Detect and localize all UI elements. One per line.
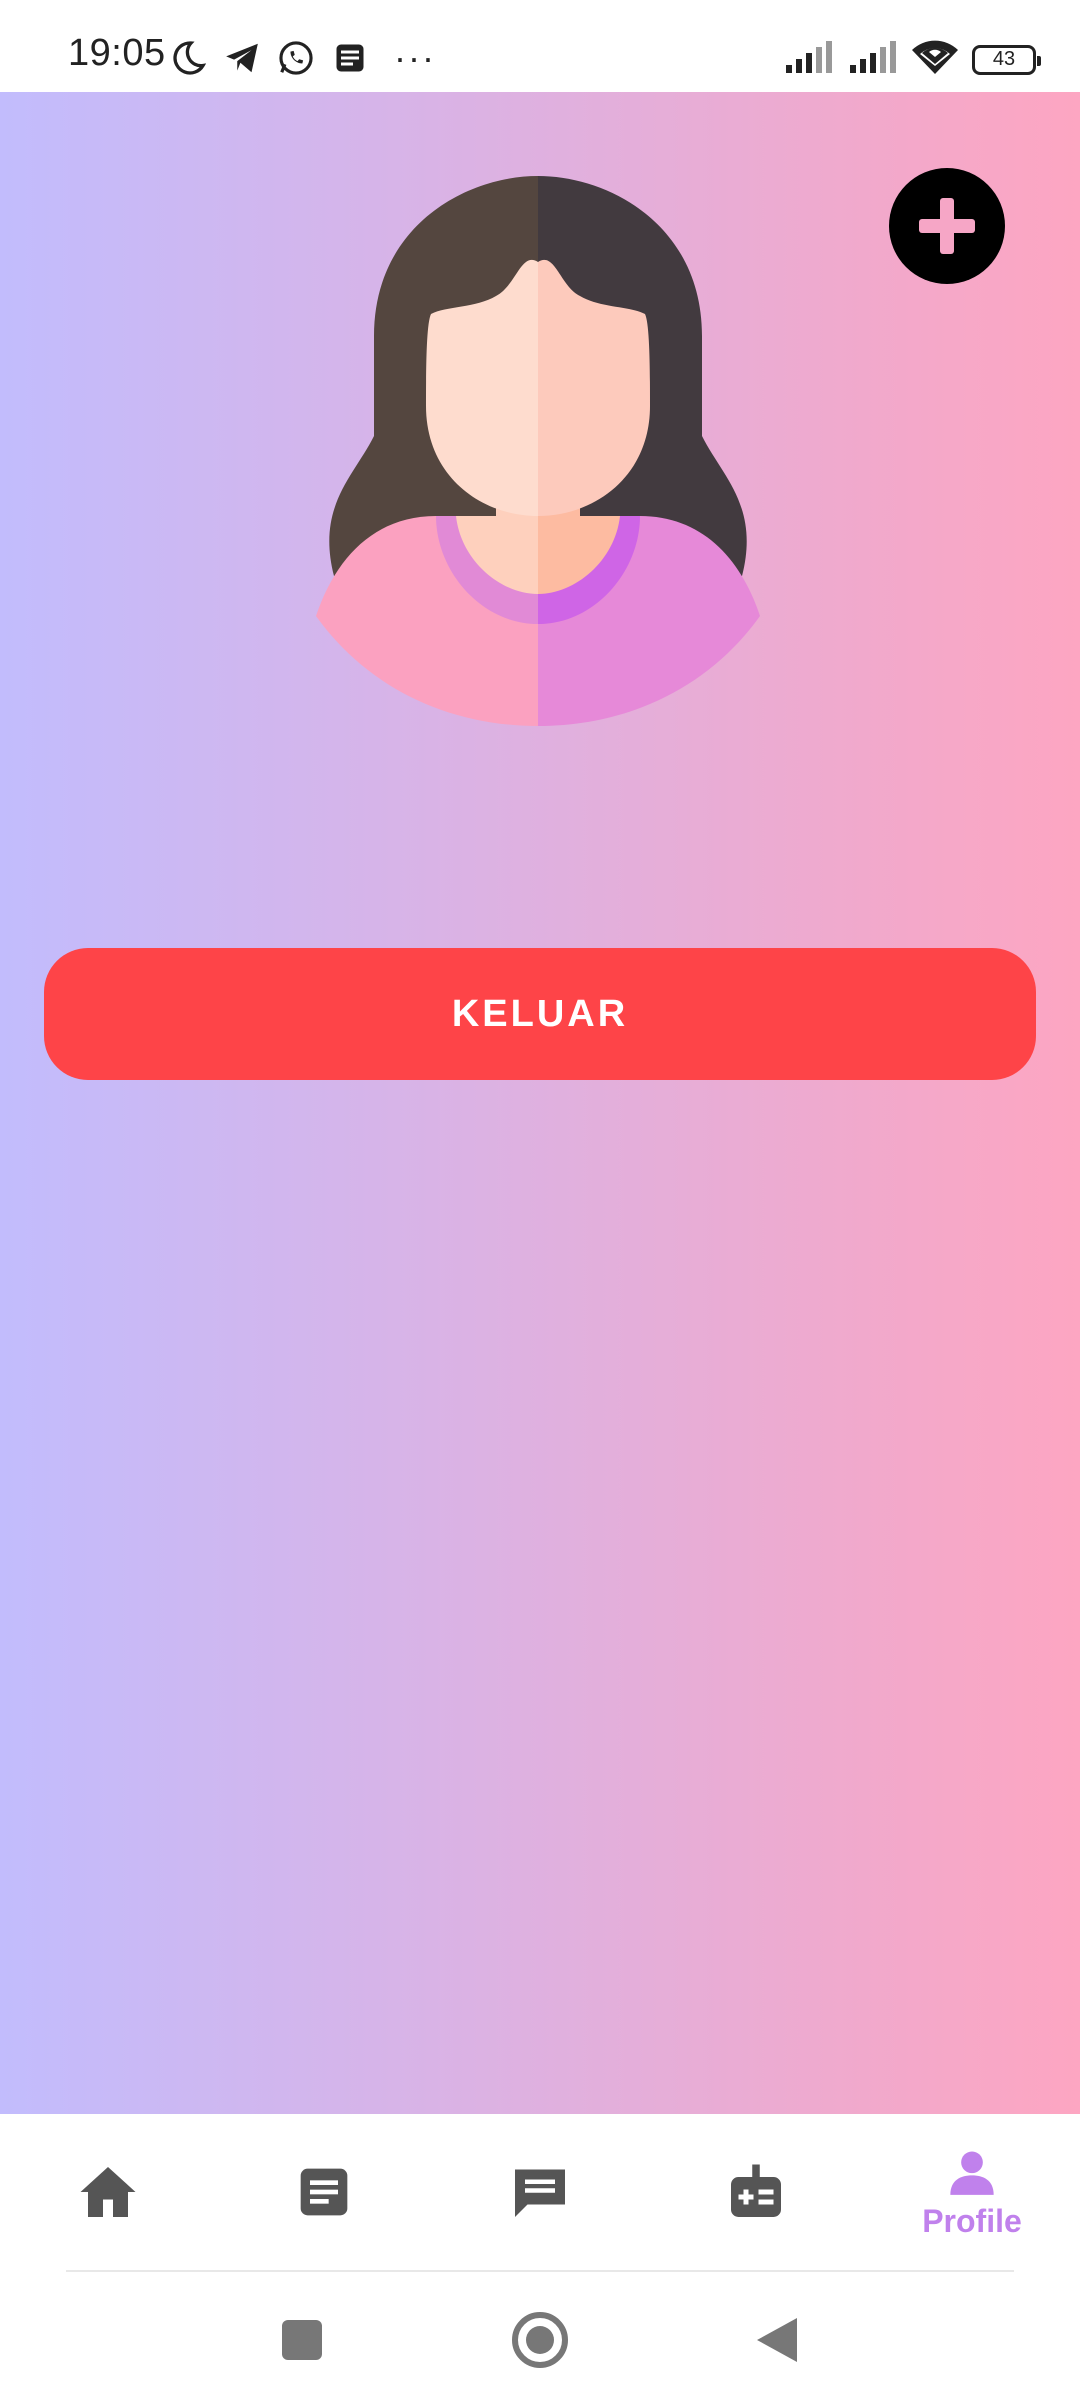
more-notifications: ···: [394, 37, 436, 78]
telegram-icon: [222, 38, 262, 78]
medical-kit-icon: [731, 2164, 781, 2217]
nav-item-medical[interactable]: [681, 2114, 831, 2270]
moon-icon: [168, 38, 208, 78]
notification-icons: ···: [168, 38, 436, 78]
signal-icon: [848, 41, 898, 78]
back-button[interactable]: [745, 2308, 809, 2372]
signal-icon: [784, 41, 834, 78]
add-button[interactable]: [889, 168, 1005, 284]
wifi-icon: [912, 40, 958, 79]
woman-avatar: [316, 176, 760, 726]
profile-screen: KELUAR: [0, 92, 1080, 2114]
status-bar: 19:05 ··· 43: [0, 0, 1080, 92]
battery-icon: 43: [972, 44, 1041, 75]
home-circle-icon: [512, 2312, 568, 2368]
recents-button[interactable]: [270, 2308, 334, 2372]
nav-label-profile: Profile: [922, 2202, 1022, 2239]
document-icon: [300, 2168, 348, 2216]
nav-item-documents[interactable]: [249, 2114, 399, 2270]
home-icon: [80, 2167, 136, 2217]
system-navigation-bar: [0, 2272, 1080, 2400]
nav-item-profile[interactable]: Profile: [897, 2114, 1047, 2270]
status-time: 19:05: [68, 32, 166, 74]
notes-icon: [330, 38, 370, 78]
logout-button[interactable]: KELUAR: [44, 948, 1036, 1080]
person-icon: [950, 2151, 994, 2195]
whatsapp-icon: [276, 38, 316, 78]
system-status-icons: 43: [784, 40, 1041, 79]
recents-icon: [282, 2320, 322, 2360]
home-button[interactable]: [508, 2308, 572, 2372]
bottom-navigation: Profile: [0, 2114, 1080, 2270]
nav-item-chat[interactable]: [465, 2114, 615, 2270]
plus-icon: [919, 198, 975, 254]
chat-icon: [515, 2169, 565, 2217]
nav-item-home[interactable]: [33, 2114, 183, 2270]
back-icon: [757, 2318, 797, 2362]
